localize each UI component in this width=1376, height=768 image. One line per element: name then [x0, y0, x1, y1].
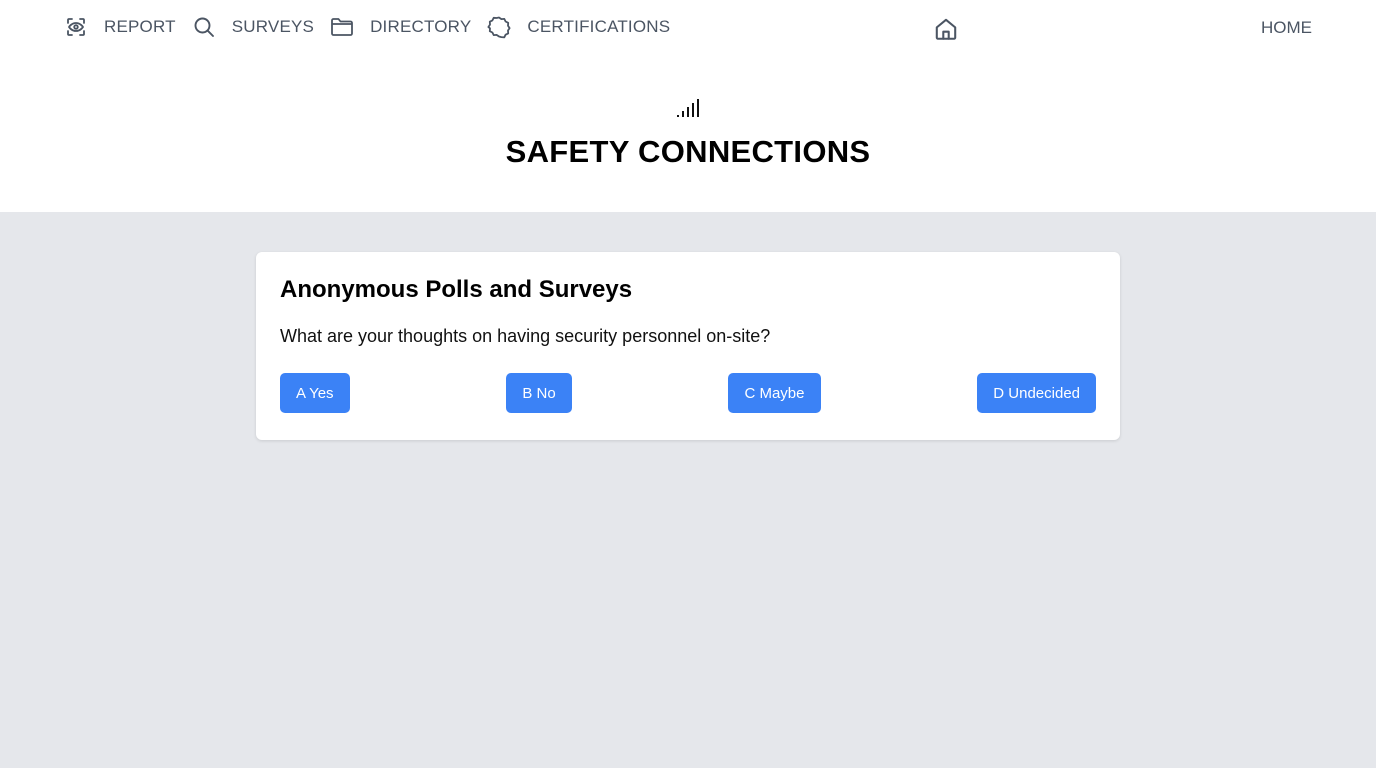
home-icon[interactable] — [933, 16, 959, 42]
top-nav: REPORT SURVEYS DIRECTORY CERTIFICATIONS … — [0, 0, 1376, 56]
poll-card: Anonymous Polls and Surveys What are you… — [256, 252, 1120, 440]
option-c-button[interactable]: C Maybe — [728, 373, 821, 413]
nav-links: REPORT SURVEYS DIRECTORY CERTIFICATIONS — [64, 15, 686, 39]
option-d-button[interactable]: D Undecided — [977, 373, 1096, 413]
nav-label-directory: DIRECTORY — [370, 17, 472, 36]
nav-item-report[interactable]: REPORT — [64, 15, 176, 39]
home-link[interactable]: HOME — [1261, 18, 1312, 38]
search-icon — [192, 15, 216, 39]
nav-label-certifications: CERTIFICATIONS — [527, 17, 671, 36]
signal-bars-icon — [676, 98, 702, 118]
nav-label-report: REPORT — [104, 17, 176, 36]
nav-item-certifications[interactable]: CERTIFICATIONS — [487, 15, 670, 39]
folder-icon — [330, 15, 354, 39]
header: REPORT SURVEYS DIRECTORY CERTIFICATIONS … — [0, 0, 1376, 212]
option-a-button[interactable]: A Yes — [280, 373, 350, 413]
option-b-button[interactable]: B No — [506, 373, 572, 413]
page-title: SAFETY CONNECTIONS — [505, 134, 871, 169]
eye-icon — [64, 15, 88, 39]
poll-options: A Yes B No C Maybe D Undecided — [280, 373, 1096, 413]
nav-label-surveys: SURVEYS — [231, 17, 315, 36]
nav-item-surveys[interactable]: SURVEYS — [192, 15, 314, 39]
poll-heading: Anonymous Polls and Surveys — [280, 276, 633, 303]
poll-question: What are your thoughts on having securit… — [280, 326, 771, 346]
badge-icon — [487, 15, 511, 39]
nav-item-directory[interactable]: DIRECTORY — [330, 15, 471, 39]
